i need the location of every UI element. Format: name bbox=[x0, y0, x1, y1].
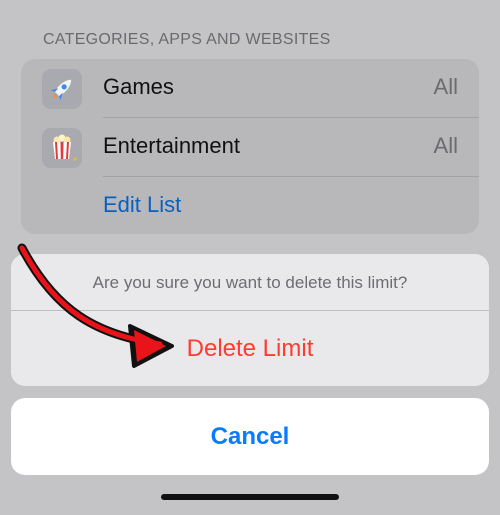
list-item-value: All bbox=[433, 133, 458, 158]
delete-limit-button[interactable]: Delete Limit bbox=[11, 311, 489, 386]
rocket-icon bbox=[42, 69, 82, 109]
list-item-label: Entertainment bbox=[103, 133, 240, 158]
list-item-entertainment[interactable]: Entertainment All bbox=[21, 118, 479, 176]
home-indicator bbox=[161, 494, 339, 500]
sheet-message: Are you sure you want to delete this lim… bbox=[92, 273, 408, 292]
popcorn-icon bbox=[42, 128, 82, 168]
list-item-games[interactable]: Games All bbox=[21, 59, 479, 117]
action-sheet: Are you sure you want to delete this lim… bbox=[11, 254, 489, 386]
list-item-label: Games bbox=[103, 74, 174, 99]
cancel-button[interactable]: Cancel bbox=[11, 398, 489, 475]
list-item-value: All bbox=[433, 74, 458, 99]
row-separator bbox=[103, 176, 479, 177]
edit-list-link[interactable]: Edit List bbox=[103, 192, 181, 218]
category-list: Games All Entertainment All Edit List bbox=[21, 59, 479, 234]
section-header: CATEGORIES, APPS AND WEBSITES bbox=[43, 31, 331, 48]
